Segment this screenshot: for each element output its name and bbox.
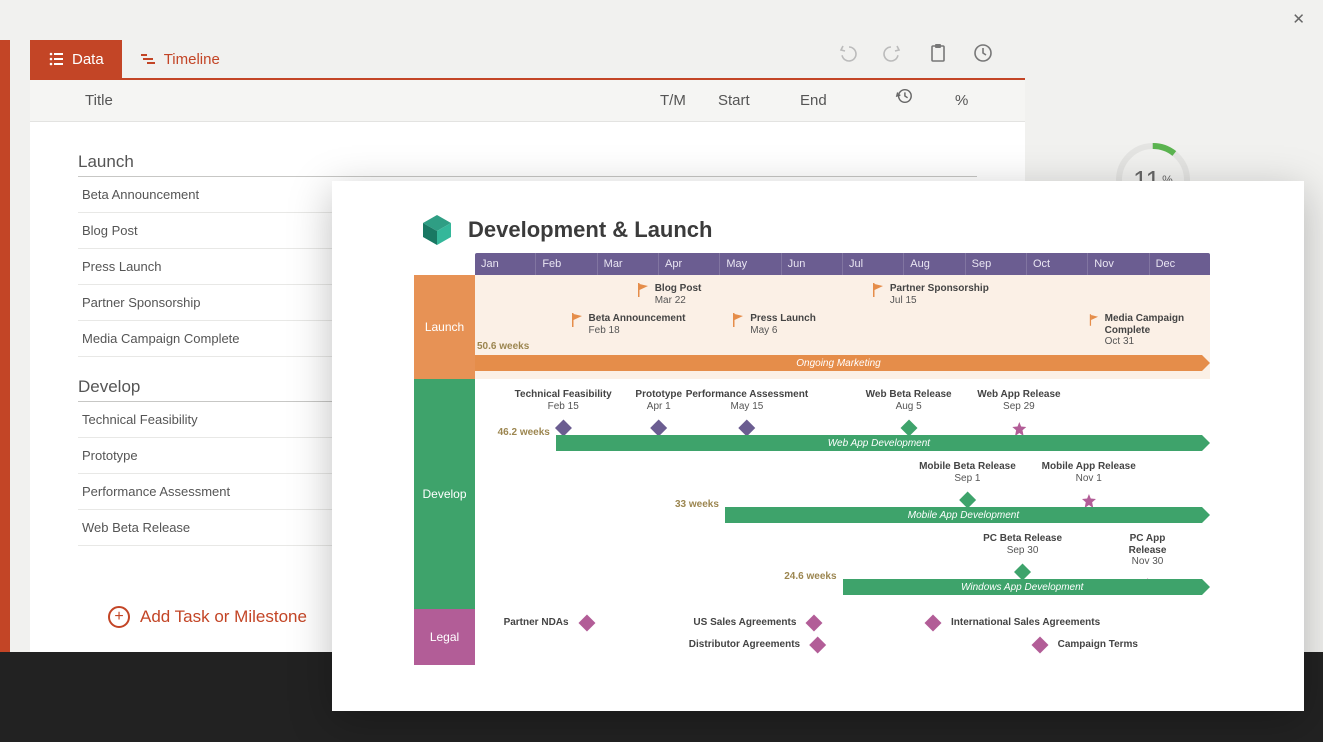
milestone: Media Campaign CompleteOct 31 — [1089, 313, 1210, 348]
redo-icon[interactable] — [883, 43, 903, 66]
month-cell: Jan — [475, 253, 535, 275]
month-cell: May — [719, 253, 780, 275]
month-cell: Mar — [597, 253, 658, 275]
tab-data-label: Data — [72, 51, 104, 68]
milestone: Mobile App ReleaseNov 1 — [1042, 461, 1136, 508]
duration-label: 24.6 weeks — [784, 571, 836, 582]
milestone: Web Beta ReleaseAug 5 — [866, 389, 952, 434]
col-end: End — [800, 80, 827, 122]
tab-timeline-label: Timeline — [164, 51, 220, 68]
column-header: Title T/M Start End % — [30, 80, 1025, 122]
duration-label: 46.2 weeks — [498, 427, 550, 438]
milestone: Campaign Terms — [1034, 639, 1138, 651]
month-cell: Jul — [842, 253, 903, 275]
doc-title: Development & Launch — [468, 217, 712, 243]
lane-label-develop: Develop — [414, 379, 475, 609]
month-cell: Aug — [903, 253, 964, 275]
month-axis: JanFebMarAprMayJunJulAugSepOctNovDec — [475, 253, 1210, 275]
clipboard-icon[interactable] — [929, 43, 947, 66]
col-tm: T/M — [660, 80, 686, 122]
milestone: Blog PostMar 22 — [637, 283, 702, 306]
history-icon[interactable] — [973, 43, 993, 66]
history-column-icon — [895, 80, 913, 122]
milestone: International Sales Agreements — [927, 617, 1100, 629]
milestone: US Sales Agreements — [693, 617, 820, 629]
timeline-chart: JanFebMarAprMayJunJulAugSepOctNovDec Lau… — [414, 253, 1210, 675]
col-start: Start — [718, 80, 750, 122]
month-cell: Feb — [535, 253, 596, 275]
milestone: Beta AnnouncementFeb 18 — [571, 313, 686, 336]
milestone: Distributor Agreements — [689, 639, 824, 651]
task-bar: Windows App Development — [843, 579, 1203, 595]
month-cell: Apr — [658, 253, 719, 275]
month-cell: Sep — [965, 253, 1026, 275]
task-bar: Mobile App Development — [725, 507, 1202, 523]
month-cell: Oct — [1026, 253, 1087, 275]
undo-icon[interactable] — [837, 43, 857, 66]
timeline-document: Development & Launch JanFebMarAprMayJunJ… — [332, 181, 1304, 711]
lane-label-launch: Launch — [414, 275, 475, 379]
duration-label: 33 weeks — [675, 499, 719, 510]
task-bar: Ongoing Marketing — [475, 355, 1202, 371]
task-bar: Web App Development — [556, 435, 1202, 451]
toolbar — [837, 43, 993, 66]
add-task-button[interactable]: + Add Task or Milestone — [108, 606, 307, 628]
tab-data[interactable]: Data — [30, 40, 122, 78]
group-title[interactable]: Launch — [78, 152, 977, 177]
milestone: Performance AssessmentMay 15 — [686, 389, 808, 434]
plus-icon: + — [108, 606, 130, 628]
month-cell: Dec — [1149, 253, 1210, 275]
month-cell: Nov — [1087, 253, 1148, 275]
milestone: Partner NDAs — [504, 617, 593, 629]
milestone: PC Beta ReleaseSep 30 — [983, 533, 1062, 578]
duration-label: 50.6 weeks — [477, 341, 529, 352]
add-task-label: Add Task or Milestone — [140, 607, 307, 627]
milestone: Web App ReleaseSep 29 — [977, 389, 1060, 436]
tab-timeline[interactable]: Timeline — [122, 40, 238, 78]
swimlane-launch: Launch Beta AnnouncementFeb 18 Blog PostM… — [414, 275, 1210, 379]
doc-logo-icon — [420, 213, 454, 247]
milestone: Partner SponsorshipJul 15 — [872, 283, 989, 306]
milestone: PrototypeApr 1 — [635, 389, 682, 434]
swimlane-legal: Legal Partner NDAs US Sales Agreements Int… — [414, 609, 1210, 665]
milestone: Mobile Beta ReleaseSep 1 — [919, 461, 1016, 506]
swimlane-develop: Develop Technical FeasibilityFeb 15Proto… — [414, 379, 1210, 609]
month-cell: Jun — [781, 253, 842, 275]
col-pct: % — [955, 80, 968, 122]
col-title: Title — [85, 80, 113, 122]
milestone: Press LaunchMay 6 — [732, 313, 816, 336]
close-icon[interactable]: ✕ — [1292, 10, 1305, 28]
view-tabs: Data Timeline — [30, 40, 238, 78]
accent-stripe — [0, 40, 10, 652]
lane-label-legal: Legal — [414, 609, 475, 665]
